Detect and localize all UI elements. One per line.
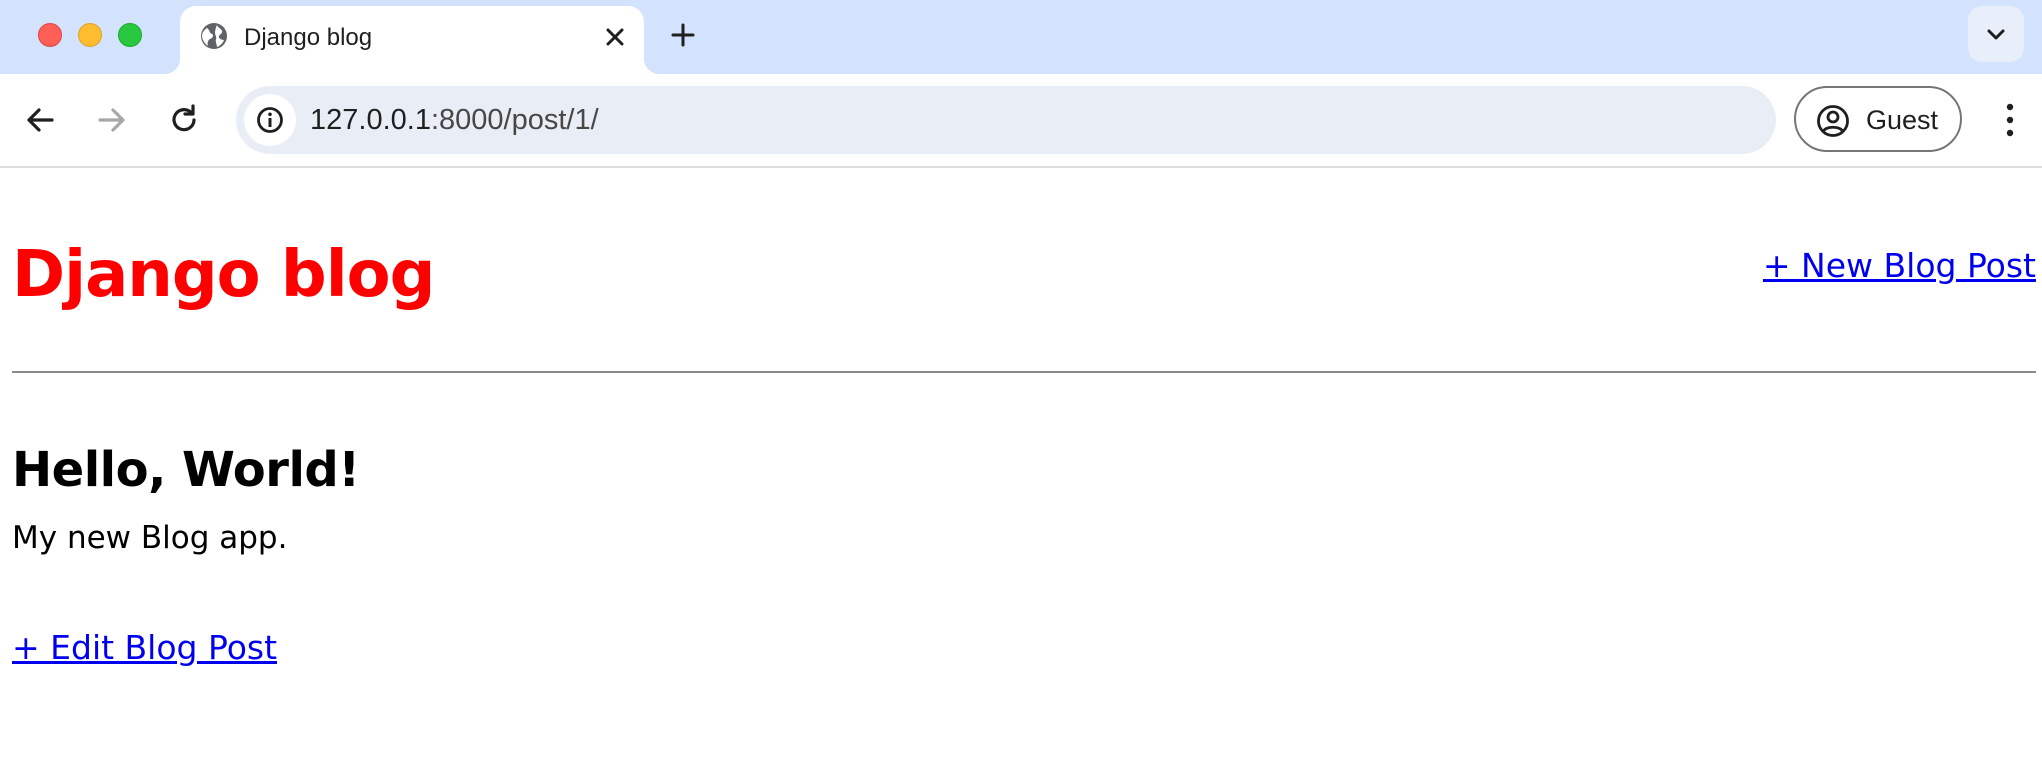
url-text: 127.0.0.1:8000/post/1/ bbox=[310, 104, 599, 137]
tab-strip: Django blog bbox=[0, 0, 2042, 74]
more-vert-icon[interactable] bbox=[1992, 98, 2028, 142]
url-host: 127.0.0.1 bbox=[310, 104, 431, 136]
info-icon bbox=[257, 107, 283, 133]
site-info-button[interactable] bbox=[244, 94, 296, 146]
browser-toolbar: 127.0.0.1:8000/post/1/ Guest bbox=[0, 74, 2042, 168]
site-title: Django blog bbox=[12, 238, 435, 312]
tab-search-button[interactable] bbox=[1968, 6, 2024, 62]
page-content: Django blog + New Blog Post Hello, World… bbox=[0, 168, 2042, 774]
active-tab[interactable]: Django blog bbox=[164, 6, 660, 74]
window-zoom-button[interactable] bbox=[118, 23, 142, 47]
window-close-button[interactable] bbox=[38, 23, 62, 47]
back-arrow-icon[interactable] bbox=[20, 100, 60, 140]
profile-button[interactable]: Guest bbox=[1794, 86, 1962, 152]
globe-icon bbox=[198, 20, 230, 52]
chevron-down-icon bbox=[1987, 29, 2005, 40]
header-divider bbox=[12, 371, 2036, 373]
post-body: My new Blog app. bbox=[12, 520, 288, 556]
url-path: :8000/post/1/ bbox=[430, 104, 599, 136]
new-tab-icon[interactable] bbox=[666, 18, 700, 52]
post-title: Hello, World! bbox=[12, 442, 360, 498]
window-minimize-button[interactable] bbox=[78, 23, 102, 47]
edit-blog-post-link[interactable]: + Edit Blog Post bbox=[12, 628, 277, 667]
forward-arrow-icon[interactable] bbox=[92, 100, 132, 140]
close-tab-icon[interactable] bbox=[600, 22, 630, 52]
reload-icon[interactable] bbox=[164, 100, 204, 140]
account-circle-icon bbox=[1817, 105, 1849, 137]
tab-title: Django blog bbox=[244, 24, 373, 51]
address-bar[interactable]: 127.0.0.1:8000/post/1/ bbox=[236, 86, 1776, 154]
profile-label: Guest bbox=[1866, 105, 1939, 135]
new-blog-post-link[interactable]: + New Blog Post bbox=[1763, 246, 2036, 285]
